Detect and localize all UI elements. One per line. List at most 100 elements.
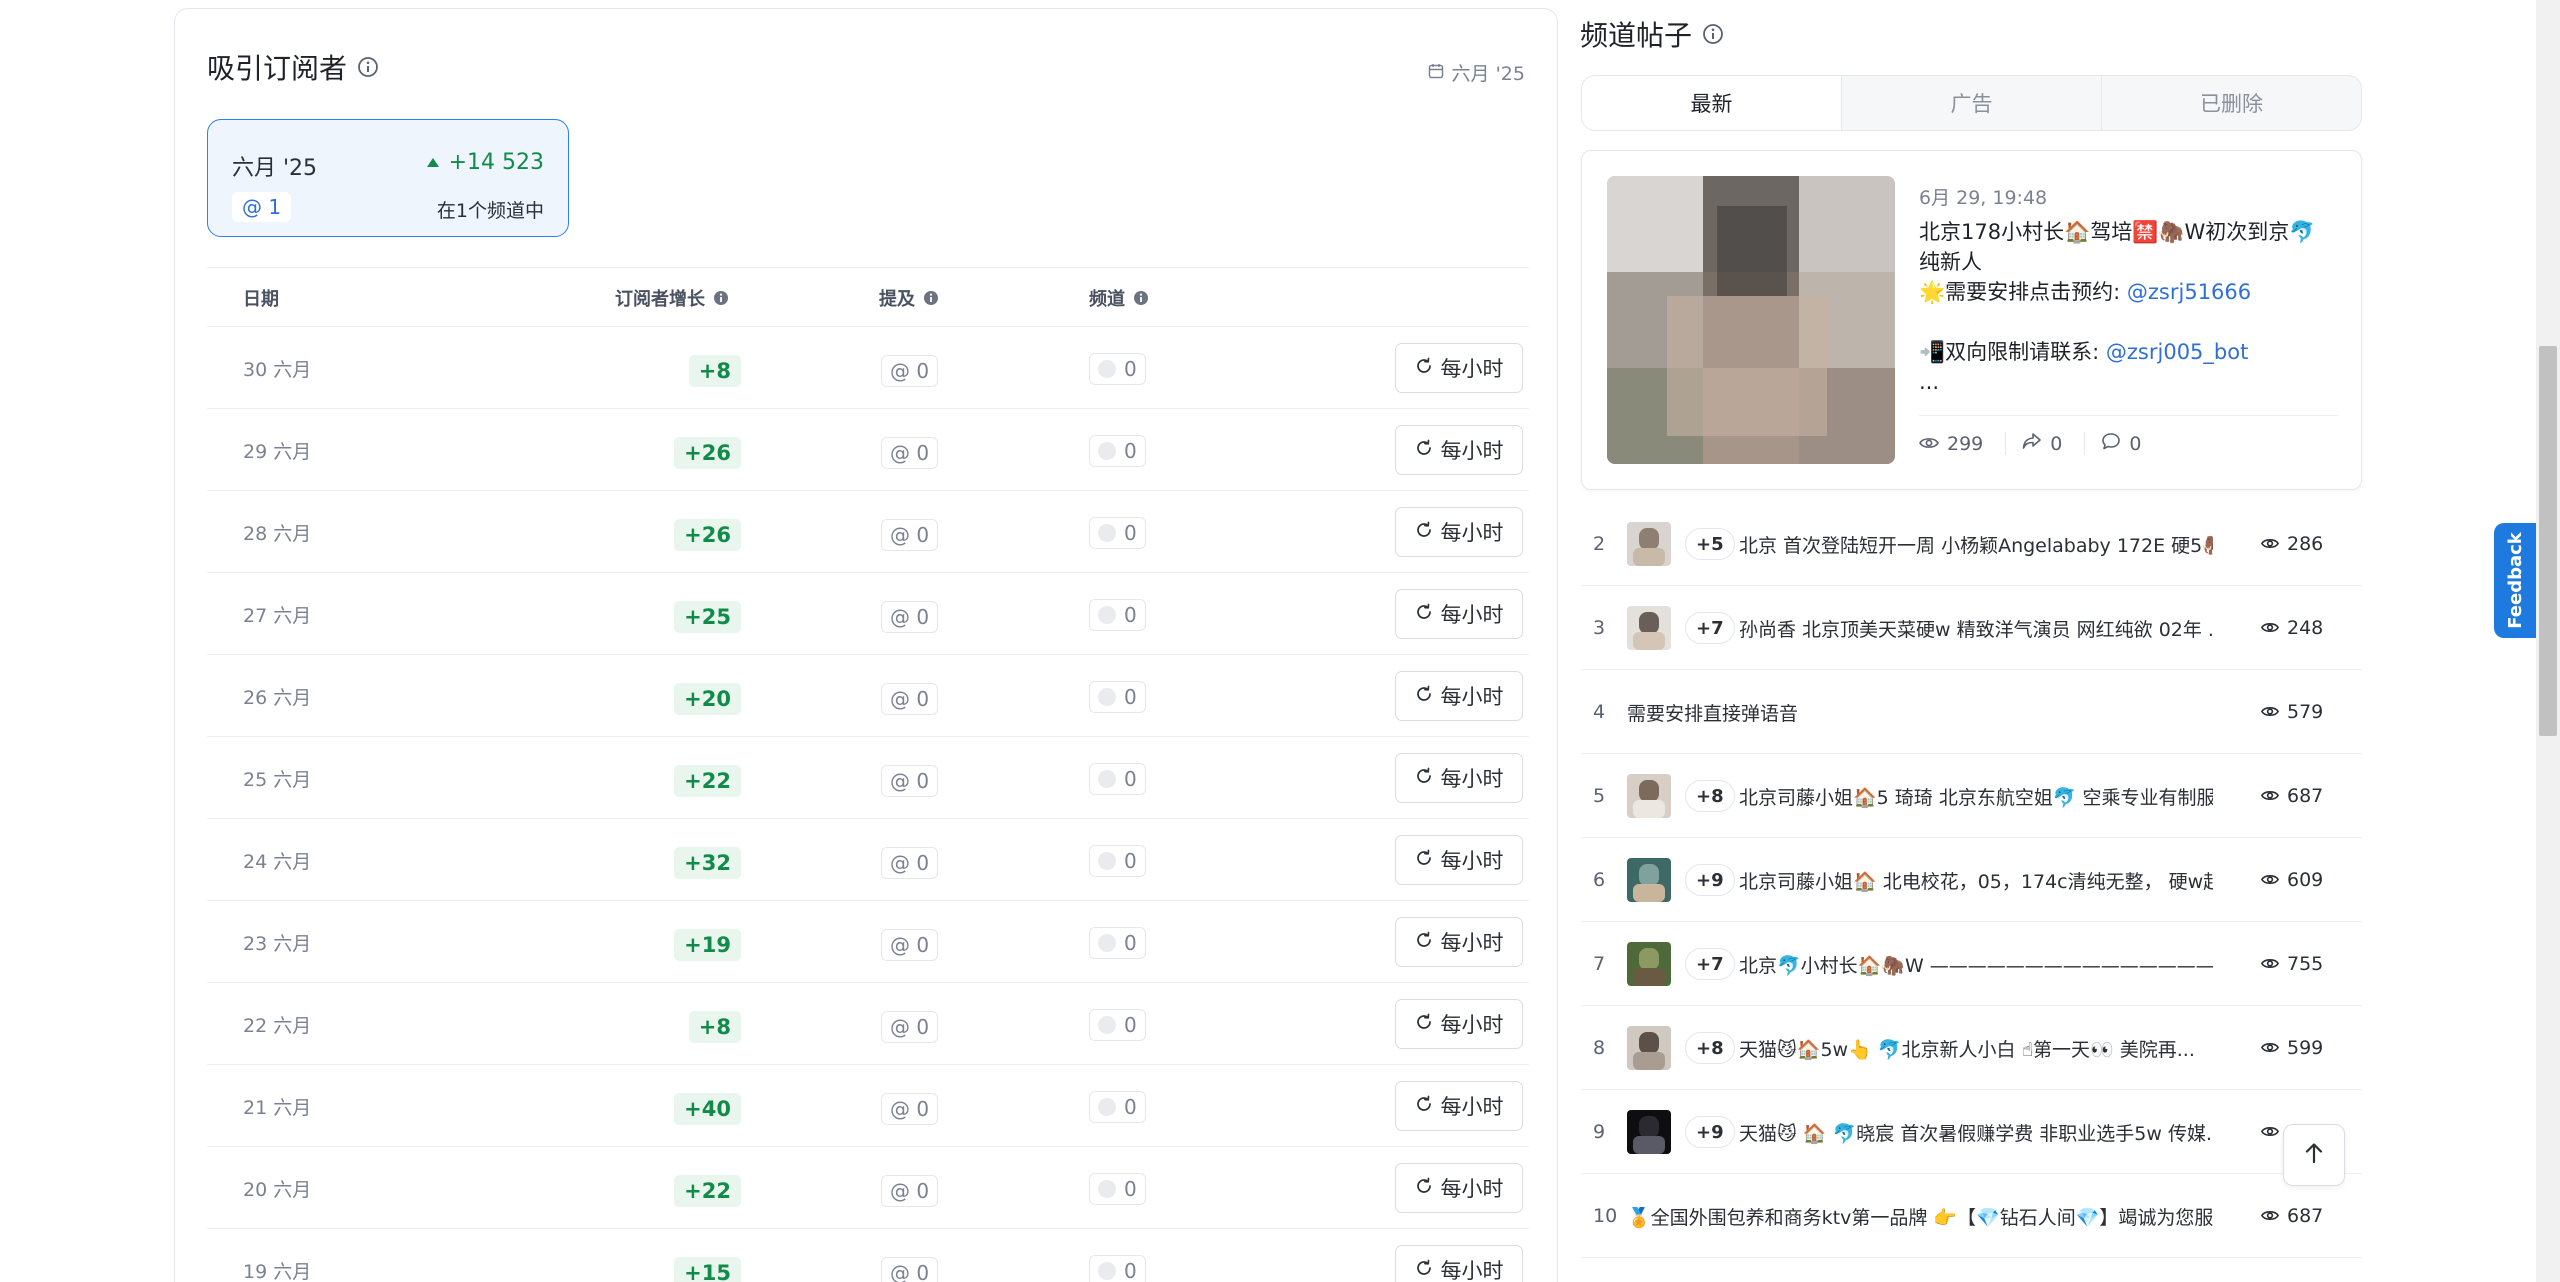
row-mentions: @ 0 [881,847,939,879]
row-mentions: @ 0 [881,765,939,797]
up-arrow-icon [426,158,439,167]
post-text: 需要安排直接弹语音 [1627,702,1799,725]
channel-dot-icon [1098,360,1116,378]
tab-latest[interactable]: 最新 [1582,76,1842,130]
post-text: 孙尚香 北京顶美天菜硬w 精致洋气演员 网红纯欲 02年 ... [1739,618,2213,641]
post-text: 北京司藤小姐🏠5 琦琦 北京东航空姐🐬 空乘专业有制服... [1739,786,2213,809]
row-channels: 0 [1089,353,1146,385]
post-thumbnail[interactable] [1627,858,1671,902]
hourly-button[interactable]: 每小时 [1395,671,1523,721]
scroll-to-top-button[interactable] [2283,1124,2345,1186]
post-rank: 5 [1593,785,1606,807]
post-thumbnail[interactable] [1627,942,1671,986]
row-mentions: @ 0 [881,1093,939,1125]
refresh-icon [1415,356,1433,380]
date-range-selector[interactable]: 六月 '25 [1428,59,1525,86]
info-icon[interactable] [1133,290,1149,306]
post-views: 579 [2260,670,2323,754]
table-row: 24 六月 +32 @ 0 0 每小时 [207,819,1529,901]
hourly-button[interactable]: 每小时 [1395,835,1523,885]
post-list-item[interactable]: 2 +5 北京 首次登陆短开一周 小杨颖Angelababy 172E 硬5🦣 ..… [1581,502,2362,586]
post-list-item[interactable]: 10 🏅全国外围包养和商务ktv第一品牌 👉【💎钻石人间💎】竭诚为您服务... 6… [1581,1174,2362,1258]
posts-header: 频道帖子 [1580,14,1724,54]
post-text: 北京司藤小姐🏠 北电校花，05，174c清纯无整， 硬w起 ... [1739,870,2213,893]
hourly-button[interactable]: 每小时 [1395,1163,1523,1213]
channel-dot-icon [1098,606,1116,624]
hourly-button[interactable]: 每小时 [1395,1081,1523,1131]
post-thumbnail[interactable] [1627,1026,1671,1070]
table-row: 21 六月 +40 @ 0 0 每小时 [207,1065,1529,1147]
post-list-item[interactable]: 4 需要安排直接弹语音 579 [1581,670,2362,754]
row-channels: 0 [1089,1091,1146,1123]
month-summary-card[interactable]: 六月 '25 +14 523 @ 1 在1个频道中 [207,119,569,237]
hourly-button[interactable]: 每小时 [1395,753,1523,803]
featured-post-image[interactable] [1607,176,1895,464]
hourly-button-label: 每小时 [1440,849,1504,873]
info-icon[interactable] [713,290,729,306]
feedback-button[interactable]: Feedback [2494,523,2536,638]
header-mentions: 提及 [879,268,939,328]
post-thumbnail[interactable] [1627,522,1671,566]
featured-post[interactable]: 6月 29, 19:48 北京178小村长🏠驾培🈲🦣W初次到京🐬 纯新人 🌟需要… [1581,150,2362,490]
eye-icon [2260,1037,2280,1059]
tab-ads[interactable]: 广告 [1842,76,2102,130]
tab-deleted[interactable]: 已删除 [2102,76,2361,130]
hourly-button[interactable]: 每小时 [1395,999,1523,1049]
row-date: 23 六月 [243,932,312,955]
post-thumbnail[interactable] [1627,774,1671,818]
row-mentions: @ 0 [881,437,939,469]
refresh-icon [1415,520,1433,544]
table-row: 28 六月 +26 @ 0 0 每小时 [207,491,1529,573]
row-growth: +22 [674,1175,741,1207]
post-rank: 2 [1593,533,1606,555]
info-icon[interactable] [923,290,939,306]
post-list-item[interactable]: 3 +7 孙尚香 北京顶美天菜硬w 精致洋气演员 网红纯欲 02年 ... 248 [1581,586,2362,670]
post-views: 599 [2260,1006,2323,1090]
hourly-button[interactable]: 每小时 [1395,343,1523,393]
post-rank: 8 [1593,1037,1606,1059]
info-icon[interactable] [357,56,379,78]
post-views: 609 [2260,838,2323,922]
post-list-item[interactable]: 9 +9 天猫😼 🏠 🐬晓宸 首次暑假赚学费 非职业选手5w 传媒... [1581,1090,2362,1174]
row-channels: 0 [1089,681,1146,713]
post-list-item[interactable]: 5 +8 北京司藤小姐🏠5 琦琦 北京东航空姐🐬 空乘专业有制服... 687 [1581,754,2362,838]
row-growth: +22 [674,765,741,797]
post-badge: +8 [1685,780,1735,812]
post-thumbnail[interactable] [1627,606,1671,650]
row-mentions: @ 0 [881,1175,939,1207]
header-growth-label: 订阅者增长 [615,289,705,310]
post-badge: +5 [1685,528,1735,560]
row-date: 21 六月 [243,1096,312,1119]
hourly-button-label: 每小时 [1440,1177,1504,1201]
comment-icon [2101,432,2121,455]
header-channels-label: 频道 [1089,289,1125,310]
scrollbar-thumb[interactable] [2539,346,2557,736]
hourly-button[interactable]: 每小时 [1395,507,1523,557]
row-growth: +15 [674,1257,741,1282]
hourly-button[interactable]: 每小时 [1395,589,1523,639]
info-icon[interactable] [1702,23,1724,45]
subscribers-header: 吸引订阅者 [207,47,379,87]
row-channels: 0 [1089,517,1146,549]
post-list-item[interactable]: 7 +7 北京🐬小村长🏠🦣W ———————————————... 755 [1581,922,2362,1006]
row-channels-count: 0 [1124,685,1137,709]
header-growth: 订阅者增长 [615,268,729,328]
hourly-button-label: 每小时 [1440,685,1504,709]
post-list-item[interactable]: 6 +9 北京司藤小姐🏠 北电校花，05，174c清纯无整， 硬w起 ... 609 [1581,838,2362,922]
featured-post-line: 北京178小村长🏠驾培🈲🦣W初次到京🐬 [1919,220,2316,244]
hourly-button[interactable]: 每小时 [1395,425,1523,475]
eye-icon [2260,701,2280,723]
posts-title: 频道帖子 [1580,19,1693,52]
featured-post-link[interactable]: @zsrj51666 [2127,280,2251,304]
hourly-button-label: 每小时 [1440,1095,1504,1119]
hourly-button[interactable]: 每小时 [1395,1245,1523,1282]
hourly-button[interactable]: 每小时 [1395,917,1523,967]
post-views: 248 [2260,586,2323,670]
featured-post-link[interactable]: @zsrj005_bot [2106,340,2248,364]
eye-icon [2260,1205,2280,1227]
post-thumbnail[interactable] [1627,1110,1671,1154]
featured-post-text: 北京178小村长🏠驾培🈲🦣W初次到京🐬 纯新人 🌟需要安排点击预约: @zsrj… [1919,217,2339,397]
post-list-item[interactable]: 8 +8 天猫😼🏠5w👆 🐬北京新人小白 ☝第一天👀 美院再... 599 [1581,1006,2362,1090]
eye-icon [2260,1121,2280,1143]
featured-post-line: 纯新人 [1919,250,1982,274]
